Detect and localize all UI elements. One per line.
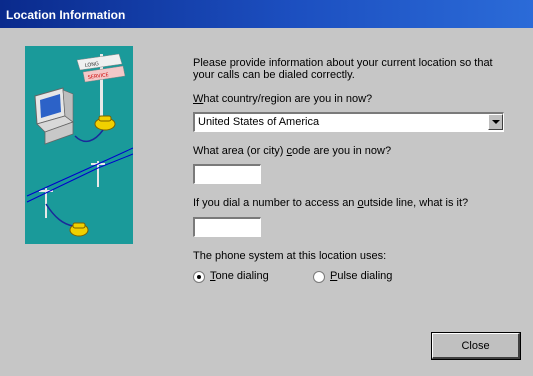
close-button[interactable]: Close: [431, 332, 521, 360]
area-code-label-post: ode are you in now?: [292, 145, 392, 157]
country-select-value: United States of America: [198, 116, 320, 128]
title-bar: Location Information: [0, 0, 533, 28]
pulse-dialing-radio[interactable]: [313, 271, 325, 283]
pulse-dialing-label: Pulse dialing: [330, 270, 392, 282]
location-illustration-graphic: LONG SERVICE: [26, 53, 134, 237]
outside-line-label-pre: If you dial a number to access an: [193, 197, 358, 209]
tone-dialing-radio[interactable]: [193, 271, 205, 283]
outside-line-label-post: utside line, what is it?: [363, 197, 469, 209]
country-label-accel: W: [193, 93, 204, 105]
area-code-label-pre: What area (or city): [193, 145, 287, 157]
area-code-label: What area (or city) code are you in now?: [193, 145, 391, 157]
outside-line-input[interactable]: [193, 217, 261, 237]
tone-dialing-label: Tone dialing: [210, 270, 269, 282]
intro-line-1: Please provide information about your cu…: [193, 57, 493, 69]
intro-text: Please provide information about your cu…: [193, 57, 493, 81]
outside-line-label: If you dial a number to access an outsid…: [193, 197, 468, 209]
area-code-input[interactable]: [193, 164, 261, 184]
country-select[interactable]: United States of America: [193, 112, 504, 132]
dropdown-arrow-icon[interactable]: [488, 114, 503, 130]
country-label-rest: hat country/region are you in now?: [203, 93, 373, 105]
tone-dialing-rest: one dialing: [215, 270, 269, 282]
intro-line-2: your calls can be dialed correctly.: [193, 69, 355, 81]
phone-system-label: The phone system at this location uses:: [193, 250, 387, 262]
window-title: Location Information: [6, 8, 126, 22]
pulse-dialing-rest: ulse dialing: [337, 270, 393, 282]
country-label: What country/region are you in now?: [193, 93, 372, 105]
location-illustration: LONG SERVICE: [25, 46, 134, 244]
